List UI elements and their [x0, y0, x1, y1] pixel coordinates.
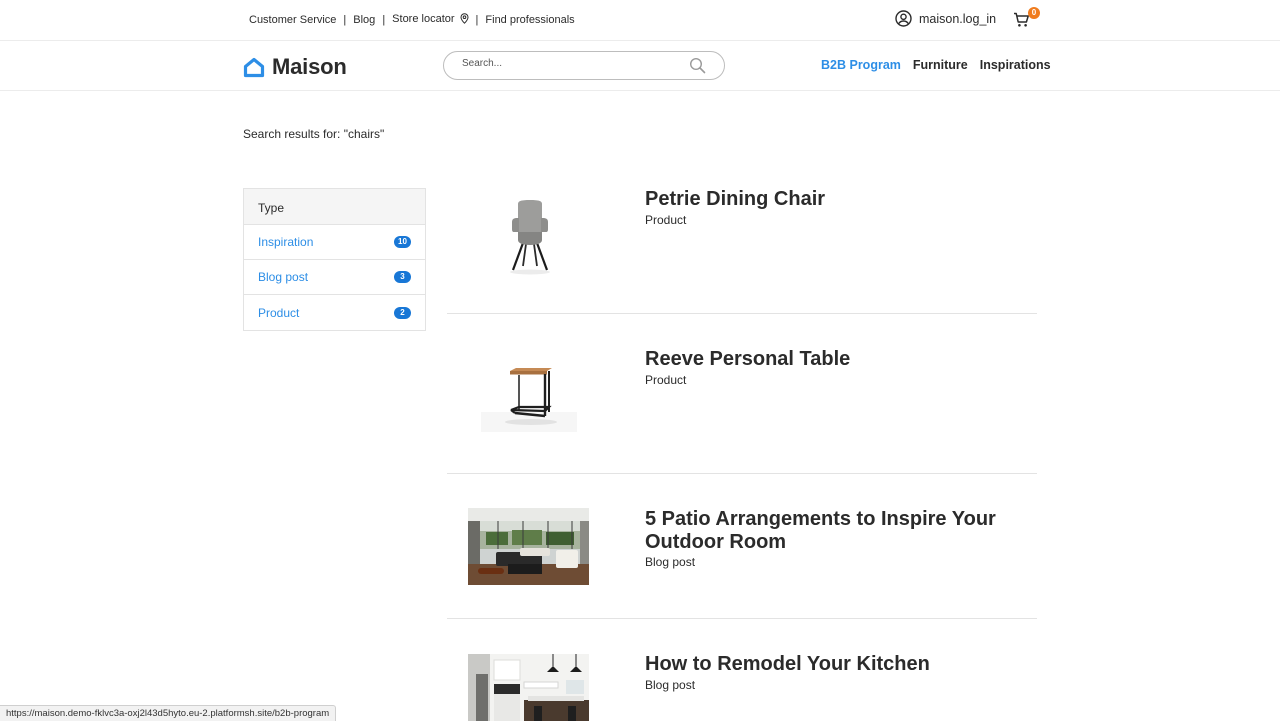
nav-inspirations[interactable]: Inspirations: [980, 58, 1051, 72]
cart-button[interactable]: 0: [1013, 7, 1043, 31]
result-item[interactable]: 5 Patio Arrangements to Inspire Your Out…: [447, 508, 1037, 618]
search-box: [443, 51, 725, 80]
main-nav: B2B Program Furniture Inspirations: [821, 58, 1063, 72]
find-professionals-link[interactable]: Find professionals: [485, 14, 574, 26]
store-locator-label: Store locator: [392, 13, 455, 25]
filter-label: Product: [258, 305, 300, 320]
product-thumbnail[interactable]: [499, 198, 559, 276]
result-item[interactable]: Petrie Dining Chair Product: [447, 188, 1037, 313]
filter-count-badge: 10: [394, 236, 411, 248]
account-label: maison.log_in: [919, 11, 997, 26]
result-title[interactable]: Reeve Personal Table: [645, 348, 1055, 371]
account-login[interactable]: maison.log_in: [895, 10, 996, 27]
product-thumbnail[interactable]: [481, 358, 577, 432]
kitchen-photo: [468, 654, 589, 721]
side-table-image: [481, 368, 577, 432]
result-type: Product: [645, 373, 687, 387]
store-locator-link[interactable]: Store locator: [392, 13, 469, 27]
blog-link[interactable]: Blog: [353, 14, 375, 26]
cart-count-badge: 0: [1028, 7, 1040, 19]
result-type: Blog post: [645, 555, 696, 569]
blog-thumbnail[interactable]: [468, 654, 589, 721]
divider: [447, 618, 1037, 619]
filter-count-badge: 2: [394, 306, 411, 319]
user-icon: [895, 10, 912, 27]
filter-item-inspiration[interactable]: Inspiration 10: [244, 225, 425, 260]
result-type: Blog post: [645, 678, 696, 692]
filter-count-badge: 3: [394, 271, 411, 283]
nav-b2b-program[interactable]: B2B Program: [821, 58, 901, 72]
filter-header: Type: [244, 189, 425, 225]
separator: |: [475, 14, 479, 26]
result-title[interactable]: How to Remodel Your Kitchen: [645, 653, 1055, 676]
filter-item-product[interactable]: Product 2: [244, 295, 425, 330]
filter-label: Blog post: [258, 270, 309, 284]
result-item[interactable]: Reeve Personal Table Product: [447, 348, 1037, 473]
nav-furniture[interactable]: Furniture: [913, 58, 968, 72]
customer-service-link[interactable]: Customer Service: [249, 14, 336, 26]
chair-image: [510, 200, 550, 275]
map-pin-icon: [460, 13, 469, 27]
result-item[interactable]: How to Remodel Your Kitchen Blog post: [447, 653, 1037, 721]
result-type: Product: [645, 213, 687, 227]
separator: |: [343, 14, 347, 26]
logo[interactable]: Maison: [243, 54, 347, 80]
search-input[interactable]: [462, 58, 682, 69]
brand-name: Maison: [272, 54, 347, 79]
living-room-photo: [468, 508, 589, 585]
search-results-heading: Search results for: "chairs": [243, 127, 385, 141]
main-header: Maison B2B Program Furniture Inspiration…: [0, 41, 1280, 91]
house-logo-icon: [243, 57, 265, 77]
type-filter: Type Inspiration 10 Blog post 3 Product …: [243, 188, 426, 331]
filter-label: Inspiration: [258, 235, 314, 249]
divider: [447, 313, 1037, 314]
blog-thumbnail[interactable]: [468, 508, 589, 585]
filter-item-blog-post[interactable]: Blog post 3: [244, 260, 425, 295]
search-button[interactable]: [689, 57, 706, 79]
result-title[interactable]: 5 Patio Arrangements to Inspire Your Out…: [645, 508, 1055, 554]
result-title[interactable]: Petrie Dining Chair: [645, 188, 1055, 211]
browser-status-url: https://maison.demo-fklvc3a-oxj2l43d5hyt…: [0, 705, 337, 721]
search-icon: [689, 57, 706, 74]
separator: |: [382, 14, 386, 26]
utility-links: Customer Service | Blog | Store locator …: [249, 13, 575, 27]
divider: [447, 473, 1037, 474]
utility-bar: Customer Service | Blog | Store locator …: [0, 0, 1280, 41]
